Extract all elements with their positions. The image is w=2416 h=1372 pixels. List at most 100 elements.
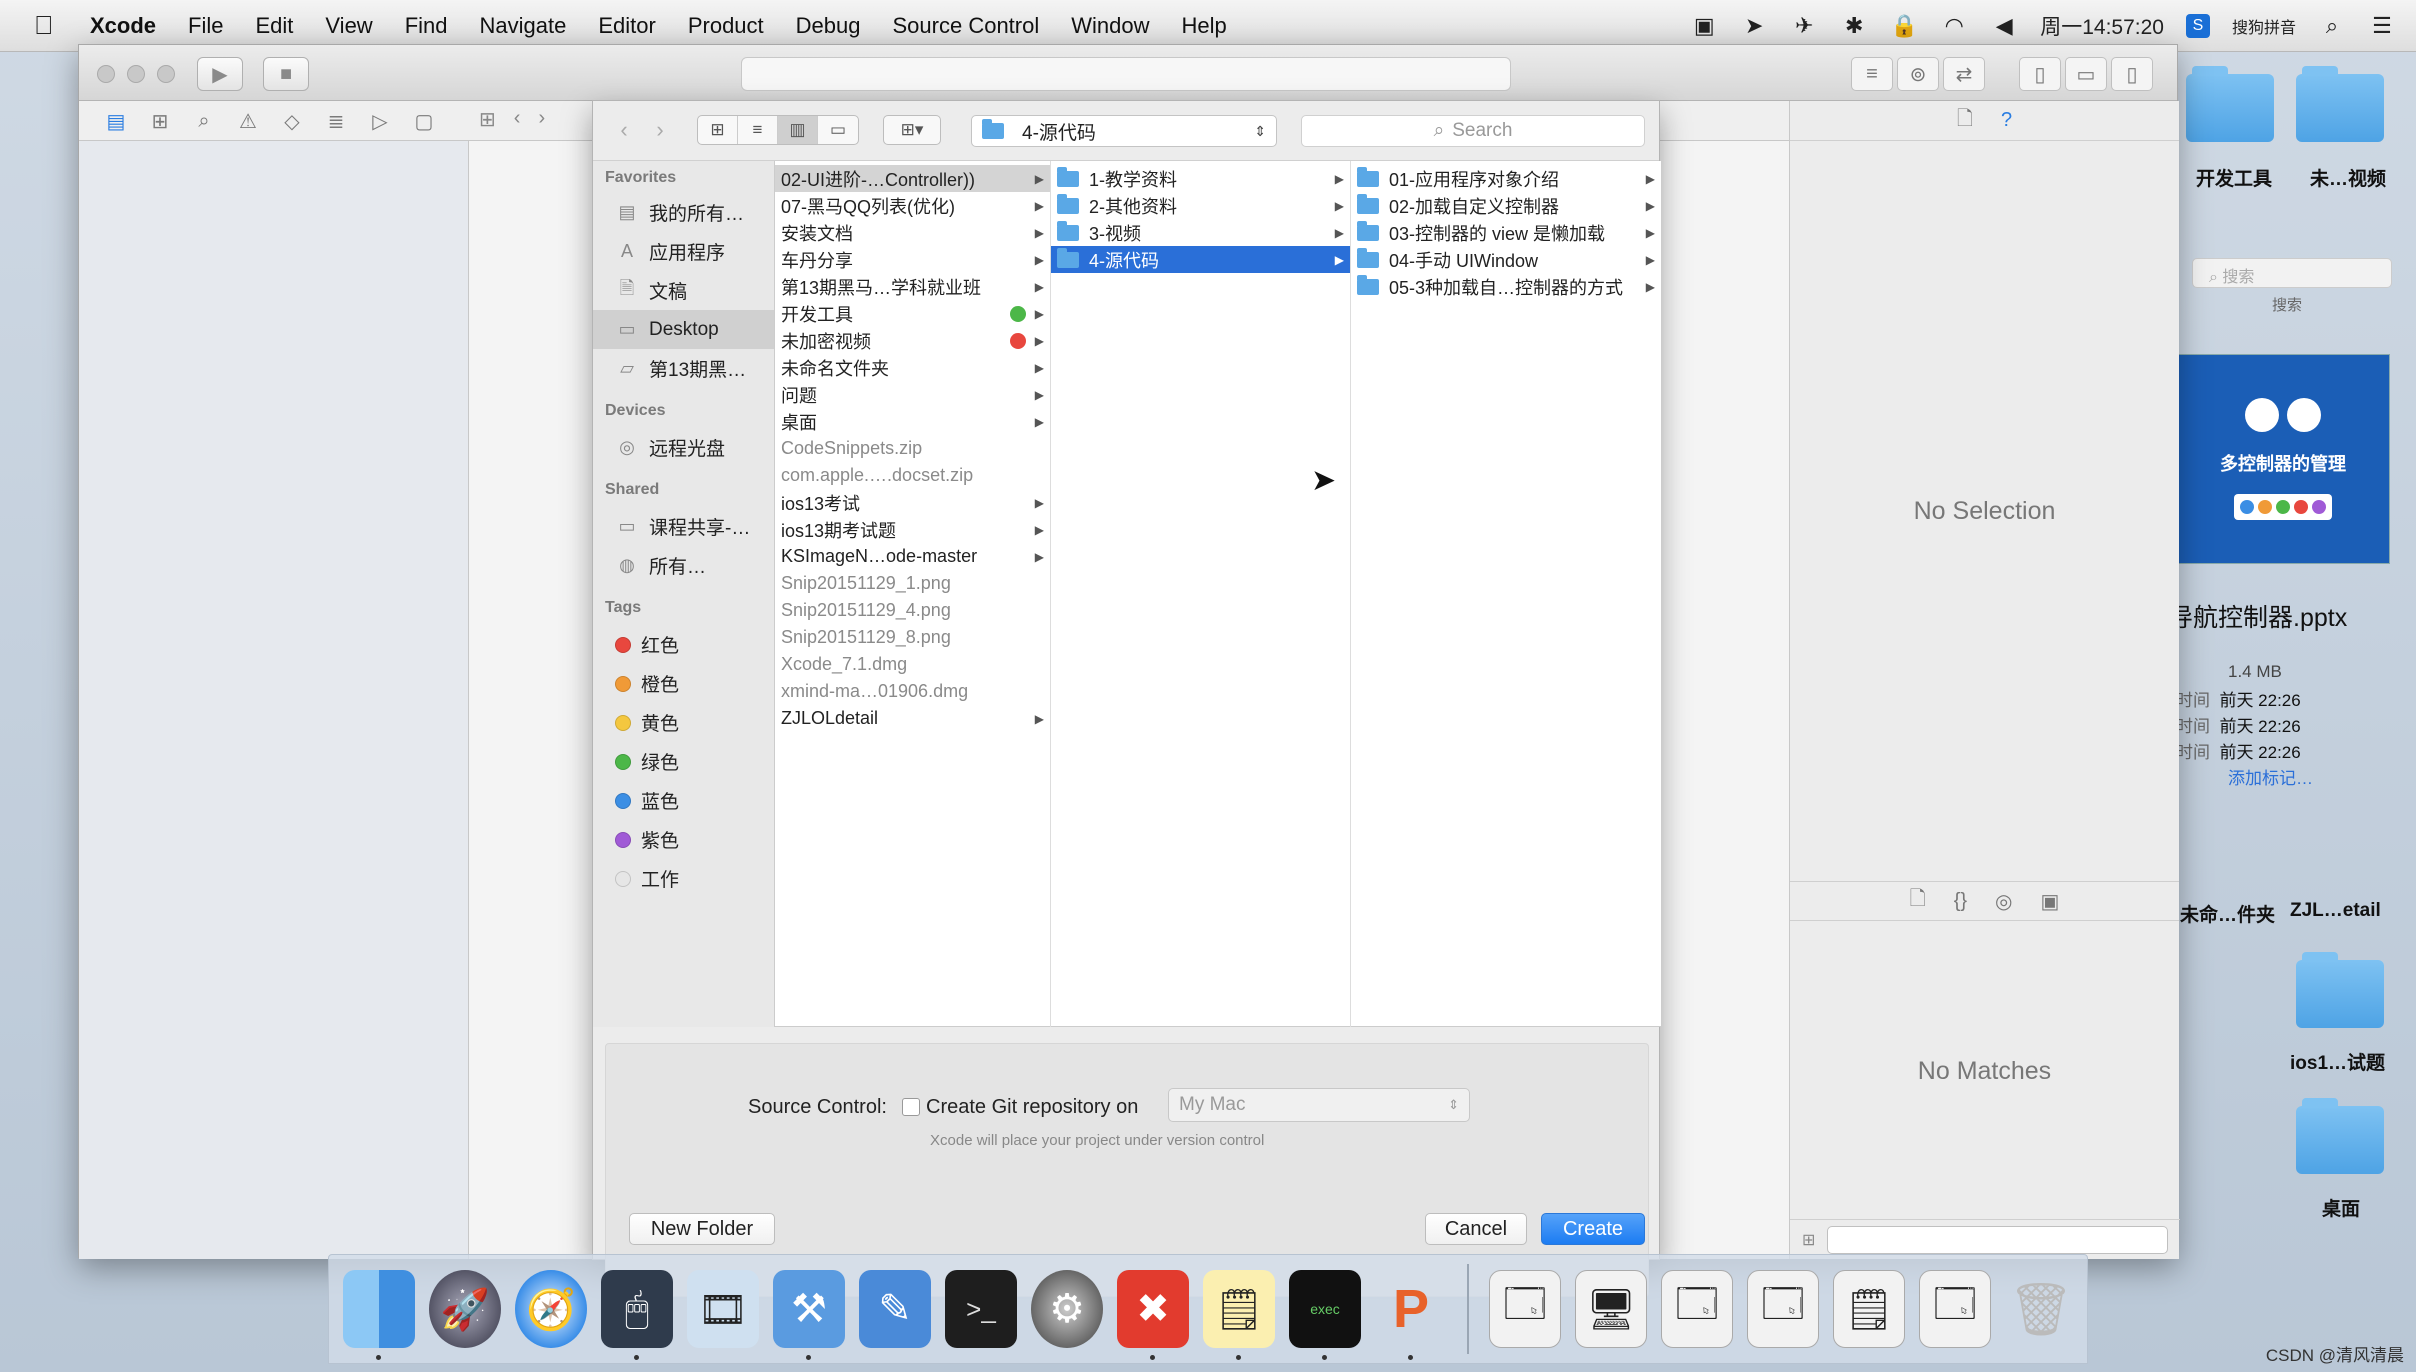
file-row[interactable]: com.apple.….docset.zip [775,462,1050,489]
menu-app[interactable]: Xcode [74,13,172,39]
desktop-folder-icon[interactable] [2296,952,2384,1028]
file-row[interactable]: 1-教学资料 ▶ [1051,165,1350,192]
quick-help-icon[interactable]: ? [2001,109,2012,132]
menu-window[interactable]: Window [1055,13,1165,39]
desktop-folder-icon[interactable] [2296,1098,2384,1174]
file-row[interactable]: 02-UI进阶-…Controller)) ▶ [775,165,1050,192]
object-library-icon[interactable]: ◎ [1995,889,2012,914]
file-row[interactable]: ios13期考试题 ▶ [775,516,1050,543]
desktop-item-label[interactable]: 未命…件夹 [2180,900,2275,927]
stop-button[interactable]: ■ [263,57,309,91]
spotlight-icon[interactable]: ⌕ [2318,12,2346,40]
menu-product[interactable]: Product [672,13,780,39]
dock-xcode-icon[interactable]: ⚒ [773,1270,845,1360]
dock-document-icon[interactable]: 🗔 [1747,1270,1819,1348]
forward-button[interactable]: › [643,115,677,145]
lock-icon[interactable]: 🔒 [1890,12,1918,40]
file-inspector-icon[interactable]: 🗋 [1957,104,1973,138]
notification-center-icon[interactable]: ☰ [2368,12,2396,40]
sidebar-tag-item[interactable]: 蓝色 [593,781,774,820]
file-row[interactable]: 桌面 ▶ [775,408,1050,435]
menu-edit[interactable]: Edit [239,13,309,39]
zoom-button[interactable] [157,65,175,83]
column-view-button[interactable]: ▥ [778,116,818,144]
clock[interactable]: 周一14:57:20 [2040,11,2164,41]
sidebar-item-all-shared[interactable]: ◍ 所有… [593,546,774,585]
create-button[interactable]: Create [1541,1213,1645,1245]
desktop-folder-icon[interactable] [2296,66,2384,142]
sidebar-tag-item[interactable]: 工作 [593,859,774,898]
assistant-editor-icon[interactable]: ⊚ [1897,57,1939,91]
code-snippet-icon[interactable]: {} [1954,890,1967,913]
wifi-icon[interactable]: ◠ [1940,12,1968,40]
debug-area-toggle-icon[interactable]: ▭ [2065,57,2107,91]
file-template-icon[interactable]: 🗋 [1910,884,1926,918]
file-row[interactable]: Snip20151129_4.png [775,597,1050,624]
file-row[interactable]: 01-应用程序对象介绍 ▶ [1351,165,1661,192]
sidebar-tag-item[interactable]: 黄色 [593,703,774,742]
file-row[interactable]: 未命名文件夹 ▶ [775,354,1050,381]
back-icon[interactable]: ‹ [514,107,521,132]
media-library-icon[interactable]: ▣ [2041,889,2060,914]
dock-mouse-icon[interactable]: 🖱 [601,1270,673,1360]
dock-document-icon[interactable]: 🗒 [1833,1270,1905,1348]
airplane-icon[interactable]: ✈ [1790,12,1818,40]
file-row[interactable]: ios13考试 ▶ [775,489,1050,516]
dock-document-icon[interactable]: 🗔 [1919,1270,1991,1348]
add-tag-link[interactable]: 添加标记… [2228,769,2313,788]
file-row[interactable]: 02-加载自定义控制器 ▶ [1351,192,1661,219]
version-editor-icon[interactable]: ⇄ [1943,57,1985,91]
menu-source-control[interactable]: Source Control [877,13,1056,39]
dock-safari-icon[interactable]: 🧭 [515,1270,587,1348]
file-row[interactable]: Xcode_7.1.dmg [775,651,1050,678]
dock-trash-icon[interactable]: 🗑 [2005,1270,2077,1348]
file-row[interactable]: 4-源代码 ▶ [1051,246,1350,273]
dock-document-icon[interactable]: 🖥 [1575,1270,1647,1348]
arrange-button[interactable]: ⊞▾ [883,115,941,145]
file-row[interactable]: ZJLOLdetail ▶ [775,705,1050,732]
screen-record-icon[interactable]: ▣ [1690,12,1718,40]
file-row[interactable]: xmind-ma…01906.dmg [775,678,1050,705]
location-icon[interactable]: ➤ [1740,12,1768,40]
sidebar-tag-item[interactable]: 红色 [593,625,774,664]
bluetooth-icon[interactable]: ✱ [1840,12,1868,40]
sidebar-item-shared-computer[interactable]: ▭ 课程共享-… [593,507,774,546]
new-folder-button[interactable]: New Folder [629,1213,775,1245]
sidebar-item-remote-disc[interactable]: ◎ 远程光盘 [593,428,774,467]
dock-photo-slideshow-icon[interactable]: 🎞 [687,1270,759,1348]
file-row[interactable]: Snip20151129_1.png [775,570,1050,597]
debug-navigator-icon[interactable]: ≣ [321,107,351,135]
utilities-toggle-icon[interactable]: ▯ [2111,57,2153,91]
dock-xmind-icon[interactable]: ✖ [1117,1270,1189,1360]
sidebar-item-applications[interactable]: A 应用程序 [593,232,774,271]
file-row[interactable]: 03-控制器的 view 是懒加载 ▶ [1351,219,1661,246]
file-row[interactable]: 开发工具 ▶ [775,300,1050,327]
file-row[interactable]: 第13期黑马…学科就业班 ▶ [775,273,1050,300]
file-row[interactable]: KSImageN…ode-master ▶ [775,543,1050,570]
volume-icon[interactable]: ◀ [1990,12,2018,40]
dock-terminal-icon[interactable]: >_ [945,1270,1017,1348]
library-filter-input[interactable] [1827,1225,2168,1254]
back-button[interactable]: ‹ [607,115,641,145]
file-row[interactable]: 未加密视频 ▶ [775,327,1050,354]
file-row[interactable]: Snip20151129_8.png [775,624,1050,651]
desktop-item-label[interactable]: ios1…试题 [2290,1048,2385,1075]
project-navigator-icon[interactable]: ▤ [101,107,131,135]
file-row[interactable]: 04-手动 UIWindow ▶ [1351,246,1661,273]
sidebar-item-desktop[interactable]: ▭ Desktop [593,310,774,349]
test-navigator-icon[interactable]: ◇ [277,107,307,135]
icon-view-button[interactable]: ⊞ [698,116,738,144]
menu-editor[interactable]: Editor [582,13,671,39]
dock-system-preferences-icon[interactable]: ⚙ [1031,1270,1103,1348]
desktop-item-label[interactable]: ZJL…etail [2290,900,2381,922]
desktop-search-field[interactable]: ⌕ 搜索 [2192,258,2392,288]
navigator-toggle-icon[interactable]: ▯ [2019,57,2061,91]
create-git-checkbox[interactable] [902,1098,920,1116]
dock-instruments-icon[interactable]: ✎ [859,1270,931,1348]
sidebar-item-folder[interactable]: ▱ 第13期黑… [593,349,774,388]
dock-exec-icon[interactable]: exec [1289,1270,1361,1360]
dock-document-icon[interactable]: 🗔 [1489,1270,1561,1348]
file-row[interactable]: 安装文档 ▶ [775,219,1050,246]
desktop-item-label[interactable]: 未…视频 [2310,164,2386,191]
input-method[interactable]: 搜狗拼音 [2232,14,2296,38]
